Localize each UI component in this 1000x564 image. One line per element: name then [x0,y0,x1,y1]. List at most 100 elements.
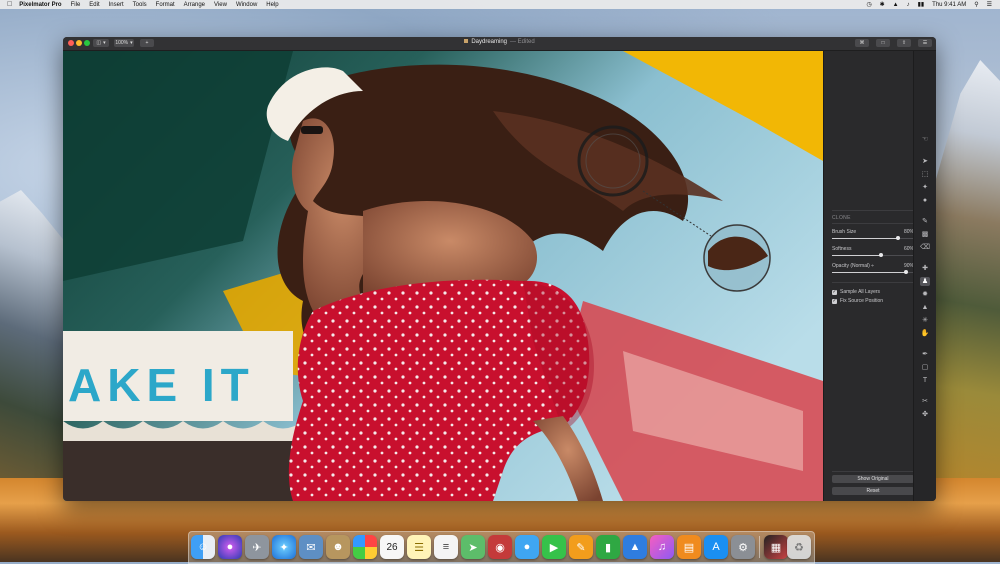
siri-icon[interactable]: ● [218,535,242,559]
selection-tool-icon[interactable]: ⬚ [920,170,930,179]
hand-tool-icon[interactable]: ✋ [920,329,930,338]
app-store-icon[interactable]: A [704,535,728,559]
bluetooth-icon[interactable]: ✱ [880,1,885,8]
panel-divider [832,210,914,211]
sign-text: AKE IT [68,359,255,411]
menu-file[interactable]: File [71,2,81,8]
crop-tool-icon[interactable]: ✂ [920,397,930,406]
document-icon: □ [881,40,885,46]
menu-help[interactable]: Help [266,2,278,8]
show-original-button[interactable]: Show Original [832,475,914,483]
wifi-icon[interactable]: ▲ [893,2,899,8]
sharpen-tool-icon[interactable]: ▲ [920,303,930,312]
window-titlebar[interactable]: ◫ ▾ 100% ▾ + Daydreaming — Edited ⌘ □ ⇧ ☰ [63,37,936,51]
itunes-icon[interactable]: ♫ [650,535,674,559]
arrange-tool-icon[interactable]: ➤ [920,157,930,166]
safari-icon[interactable]: ✦ [272,535,296,559]
dock: ☺ ● ✈ ✦ ✉ ☻ 26 ☰ ≡ ➤ ◉ ● ▶ ✎ ▮ ▲ ♫ ▤ A ⚙… [188,531,815,564]
reset-button[interactable]: Reset [832,487,914,495]
tool-options-panel: CLONE Brush Size 80% Softness 60% Opacit… [823,51,914,501]
trash-icon[interactable]: ♻ [787,535,811,559]
notification-center-icon[interactable]: ☰ [987,1,992,8]
checkbox-label: Sample All Layers [840,289,881,295]
menu-edit[interactable]: Edit [89,2,99,8]
slider-label: Brush Size [832,229,857,235]
time-machine-icon[interactable]: ◷ [866,1,871,8]
menu-tools[interactable]: Tools [133,2,147,8]
slider-fill [832,238,898,239]
eraser-icon[interactable]: ⌫ [920,243,930,252]
reminders-icon[interactable]: ≡ [434,535,458,559]
spotlight-search-icon[interactable]: ⚲ [974,1,978,8]
type-tool-icon[interactable]: T [920,376,930,385]
menu-clock[interactable]: Thu 9:41 AM [932,2,966,8]
apple-icon[interactable]:  [7,1,12,8]
volume-icon[interactable]: ♪ [907,2,910,8]
pen-tool-icon[interactable]: ✒ [920,350,930,359]
desktop-mountain-right [934,60,1000,480]
system-preferences-icon[interactable]: ⚙ [731,535,755,559]
mail-stamp-icon[interactable]: ✉ [299,535,323,559]
slider-label: Softness [832,246,852,252]
slider-knob[interactable] [879,253,884,257]
menu-arrange[interactable]: Arrange [184,2,205,8]
calendar-icon[interactable]: 26 [380,535,404,559]
sponge-tool-icon[interactable]: ✹ [920,290,930,299]
notes-icon[interactable]: ☰ [407,535,431,559]
panel-divider [832,282,914,283]
document-title[interactable]: Daydreaming [471,39,507,45]
slider-fill [832,272,906,273]
crop-button[interactable]: ⌘ [855,39,869,47]
dock-separator [759,536,760,558]
panel-divider [832,223,914,224]
messages-icon[interactable]: ● [515,535,539,559]
menu-app-name[interactable]: Pixelmator Pro [19,2,61,8]
contacts-icon[interactable]: ☻ [326,535,350,559]
ibooks-icon[interactable]: ▤ [677,535,701,559]
slider-label[interactable]: Opacity (Normal) ÷ [832,263,874,269]
keynote-icon[interactable]: ▲ [623,535,647,559]
image-canvas[interactable]: AKE IT [63,51,823,501]
pages-icon[interactable]: ✎ [569,535,593,559]
fix-source-position-checkbox[interactable]: ✓ Fix Source Position [832,298,883,304]
facetime-icon[interactable]: ▶ [542,535,566,559]
photos-icon[interactable] [353,535,377,559]
checkmark-icon[interactable]: ✓ [832,298,837,304]
launchpad-icon[interactable]: ✈ [245,535,269,559]
tools-sidebar: ☜ ➤ ⬚ ✦ ● ✎ ▩ ⌫ ✚ ♟ ✹ ▲ ✳ ✋ ✒ ▢ T ✂ ✤ [913,51,936,501]
paint-brush-icon[interactable]: ✎ [920,217,930,226]
share-icon: ⇧ [901,40,907,46]
shape-tool-icon[interactable]: ▢ [920,363,930,372]
repair-tool-icon[interactable]: ✚ [920,264,930,273]
menu-view[interactable]: View [214,2,227,8]
paint-bucket-icon[interactable]: ▩ [920,230,930,239]
slider-knob[interactable] [903,270,908,274]
pixelmator-icon[interactable]: ▦ [764,535,788,559]
document-status: — Edited [510,39,535,45]
maps-icon[interactable]: ➤ [461,535,485,559]
clone-stamp-icon[interactable]: ♟ [920,277,930,286]
photo-illustration: AKE IT [63,51,823,501]
menu-bar:  Pixelmator Pro File Edit Insert Tools … [0,0,1000,9]
style-tool-icon[interactable]: ☜ [920,135,930,144]
tools-panel-button[interactable]: ☰ [918,39,932,47]
sample-all-layers-checkbox[interactable]: ✓ Sample All Layers [832,289,880,295]
checkmark-icon[interactable]: ✓ [832,289,837,295]
color-picker-icon[interactable]: ● [920,196,930,205]
window-title: Daydreaming — Edited [63,39,936,45]
battery-icon[interactable]: ▮▮ [918,1,925,8]
finder-icon[interactable]: ☺ [191,535,215,559]
duplicate-button[interactable]: □ [876,39,890,47]
pixelmator-window: ◫ ▾ 100% ▾ + Daydreaming — Edited ⌘ □ ⇧ ☰ [63,37,936,501]
menu-insert[interactable]: Insert [109,2,124,8]
photo-booth-icon[interactable]: ◉ [488,535,512,559]
smudge-tool-icon[interactable]: ✳ [920,316,930,325]
distort-tool-icon[interactable]: ✤ [920,410,930,419]
share-button[interactable]: ⇧ [897,39,911,47]
numbers-icon[interactable]: ▮ [596,535,620,559]
menu-format[interactable]: Format [156,2,175,8]
slider-knob[interactable] [895,236,900,240]
slider-fill [832,255,882,256]
menu-window[interactable]: Window [236,2,257,8]
magic-wand-icon[interactable]: ✦ [920,183,930,192]
